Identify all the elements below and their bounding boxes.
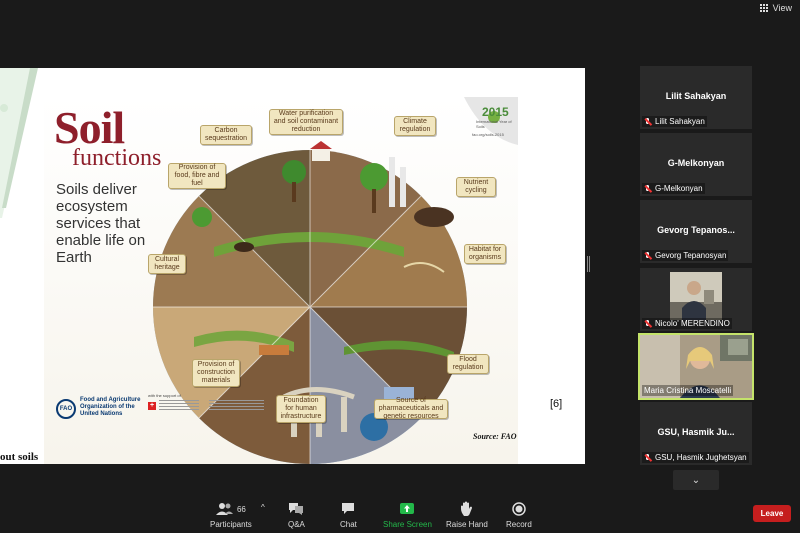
soil-functions-poster: Soil functions Soils deliver ecosystem s… <box>44 97 518 464</box>
label-habitat-organisms: Habitat for organisms <box>464 244 506 264</box>
label-flood-regulation: Flood regulation <box>447 354 489 374</box>
participant-name: Gevorg Tepanosyan <box>655 251 727 260</box>
participants-count: 66 <box>236 504 246 514</box>
record-button[interactable]: Record <box>506 500 532 529</box>
more-participants-button[interactable]: ⌄ <box>673 470 719 490</box>
participant-name: G-Melkonyan <box>655 184 703 193</box>
label-carbon-sequestration: Carbon sequestration <box>200 125 252 145</box>
fao-logo: FAO <box>56 399 76 419</box>
participants-icon <box>215 503 233 515</box>
participant-display-name: Gevorg Tepanos... <box>657 225 735 235</box>
swiss-cross-icon: + <box>148 402 156 410</box>
participant-name-tag: GSU, Hasmik Jughetsyan <box>642 452 749 463</box>
muted-mic-icon <box>644 117 652 126</box>
participants-label: Participants <box>210 520 252 529</box>
participant-tile-maria-cristina-moscatelli[interactable]: Maria Cristina Moscatelli <box>638 333 754 400</box>
federal-office-text <box>209 400 264 412</box>
participant-name-tag: Gevorg Tepanosyan <box>642 250 729 261</box>
participant-name-tag: Lilit Sahakyan <box>642 116 707 127</box>
view-label: View <box>772 3 792 13</box>
label-provision-food: Provision of food, fibre and fuel <box>168 163 226 189</box>
participant-tile-lilit-sahakyan[interactable]: Lilit Sahakyan Lilit Sahakyan <box>640 66 752 129</box>
participant-display-name: GSU, Hasmik Ju... <box>657 427 735 437</box>
slide-reference: [6] <box>550 398 563 410</box>
participant-name: Lilit Sahakyan <box>655 117 705 126</box>
participant-display-name: G-Melkonyan <box>667 158 725 168</box>
participants-button[interactable]: 66 Participants <box>210 500 252 529</box>
participant-tile-nicolo-merendino[interactable]: Nicolo' MERENDINO <box>640 268 752 331</box>
participant-name-tag: Nicolo' MERENDINO <box>642 318 732 329</box>
record-label: Record <box>506 520 532 529</box>
chevron-down-icon: ⌄ <box>691 474 701 486</box>
qa-icon <box>289 503 304 515</box>
label-human-infrastructure: Foundation for human infrastructure <box>276 395 326 423</box>
chat-icon <box>342 503 355 514</box>
poster-year-subtitle: International Year of Soils <box>476 119 512 129</box>
participant-tile-gevorg-tepanosyan[interactable]: Gevorg Tepanos... Gevorg Tepanosyan <box>640 200 752 263</box>
zoom-window: View Soil functions Soils deliver ecosys… <box>0 0 800 533</box>
leave-button[interactable]: Leave <box>753 505 791 522</box>
muted-mic-icon <box>644 319 652 328</box>
swiss-agency-text <box>159 400 199 412</box>
raise-hand-button[interactable]: Raise Hand <box>446 500 488 529</box>
chat-button[interactable]: Chat <box>340 500 357 529</box>
label-nutrient-cycling: Nutrient cycling <box>456 177 496 197</box>
qa-button[interactable]: Q&A <box>288 500 305 529</box>
slide-decoration <box>0 68 38 218</box>
shared-screen: Soil functions Soils deliver ecosystem s… <box>0 68 585 464</box>
share-screen-button[interactable]: Share Screen <box>383 500 432 529</box>
raise-hand-label: Raise Hand <box>446 520 488 529</box>
chat-label: Chat <box>340 520 357 529</box>
share-screen-label: Share Screen <box>383 520 432 529</box>
label-construction-materials: Provision of construction materials <box>192 359 240 387</box>
muted-mic-icon <box>644 251 652 260</box>
label-water-purification: Water purification and soil contaminant … <box>269 109 343 135</box>
participant-name: GSU, Hasmik Jughetsyan <box>655 453 747 462</box>
participant-name: Nicolo' MERENDINO <box>655 319 730 328</box>
participant-tile-hasmik-jughetsyan[interactable]: GSU, Hasmik Ju... GSU, Hasmik Jughetsyan <box>640 402 752 465</box>
poster-year: 2015 <box>482 105 509 119</box>
slide-source: Source: FAO <box>473 432 517 441</box>
muted-mic-icon <box>644 453 652 462</box>
qa-label: Q&A <box>288 520 305 529</box>
label-pharmaceuticals: Source of pharmaceuticals and genetic re… <box>374 397 448 420</box>
view-button[interactable]: View <box>759 3 792 13</box>
label-cultural-heritage: Cultural heritage <box>148 254 186 274</box>
participant-tile-g-melkonyan[interactable]: G-Melkonyan G-Melkonyan <box>640 133 752 196</box>
gallery-resize-handle[interactable] <box>587 256 590 272</box>
grid-view-icon <box>759 3 769 13</box>
fao-org-name: Food and Agriculture Organization of the… <box>80 397 141 417</box>
participant-name-tag: G-Melkonyan <box>642 183 705 194</box>
slide-caption: out soils <box>0 451 39 463</box>
meeting-toolbar: 66 Participants ^ Q&A Chat Share Screen … <box>0 496 800 533</box>
share-screen-icon <box>400 503 415 514</box>
poster-url: fao.org/soils-2015 <box>472 132 504 137</box>
label-climate-regulation: Climate regulation <box>394 116 436 136</box>
record-icon <box>512 502 526 516</box>
participant-display-name: Lilit Sahakyan <box>665 91 727 101</box>
poster-subtitle: functions <box>72 145 162 171</box>
participant-name: Maria Cristina Moscatelli <box>644 386 732 395</box>
support-text: with the support of <box>148 393 181 398</box>
participant-name-tag: Maria Cristina Moscatelli <box>642 385 734 396</box>
muted-mic-icon <box>644 184 652 193</box>
raise-hand-icon <box>460 501 472 516</box>
participants-caret-icon[interactable]: ^ <box>261 503 265 512</box>
